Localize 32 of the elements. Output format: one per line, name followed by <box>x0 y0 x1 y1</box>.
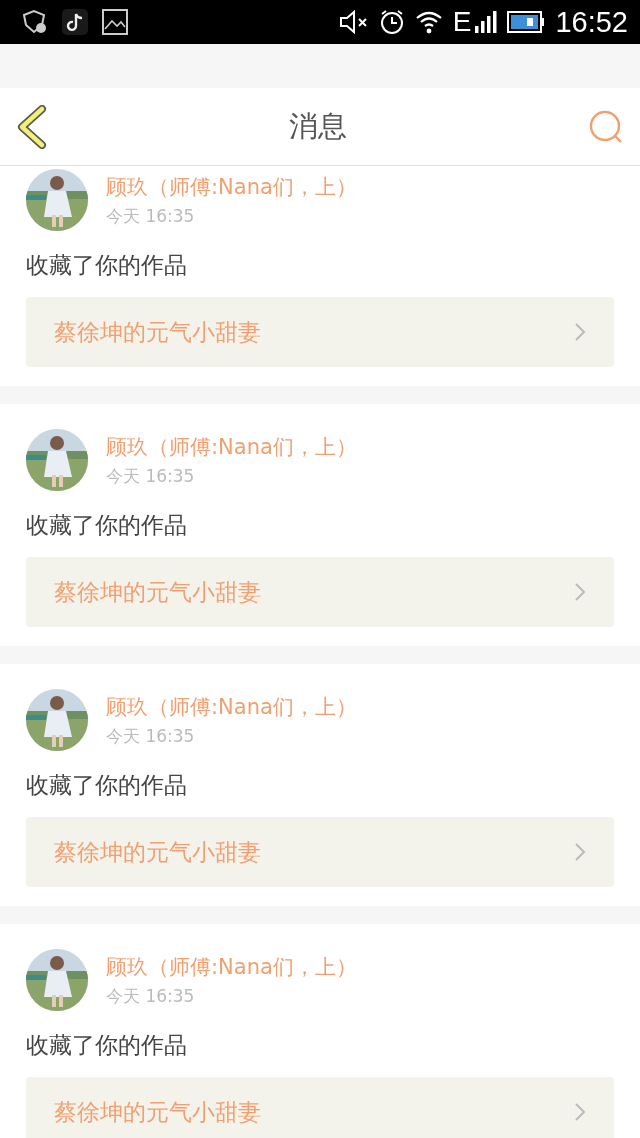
work-link[interactable]: 蔡徐坤的元气小甜妻 <box>26 557 614 627</box>
chevron-right-icon <box>574 842 586 862</box>
message-text: 收藏了你的作品 <box>26 511 188 540</box>
user-name[interactable]: 顾玖（师傅:Nana们，上） <box>106 952 357 981</box>
battery-icon <box>507 9 546 35</box>
chevron-right-icon <box>574 582 586 602</box>
work-link[interactable]: 蔡徐坤的元气小甜妻 <box>26 297 614 367</box>
user-name[interactable]: 顾玖（师傅:Nana们，上） <box>106 692 357 721</box>
user-name[interactable]: 顾玖（师傅:Nana们，上） <box>106 432 357 461</box>
message-time: 今天 16:35 <box>106 204 196 228</box>
message-text: 收藏了你的作品 <box>26 771 188 800</box>
chevron-right-icon <box>574 1102 586 1122</box>
message-time: 今天 16:35 <box>106 984 196 1008</box>
music-note-icon <box>62 9 88 35</box>
shield-icon <box>20 9 48 35</box>
message-text: 收藏了你的作品 <box>26 1031 188 1060</box>
message-time: 今天 16:35 <box>106 724 196 748</box>
wifi-icon <box>414 9 443 35</box>
user-name[interactable]: 顾玖（师傅:Nana们，上） <box>106 172 357 201</box>
work-link[interactable]: 蔡徐坤的元气小甜妻 <box>26 1077 614 1138</box>
network-type: E <box>452 6 472 38</box>
alarm-icon <box>378 9 405 35</box>
work-link[interactable]: 蔡徐坤的元气小甜妻 <box>26 817 614 887</box>
message-time: 今天 16:35 <box>106 464 196 488</box>
mute-icon <box>338 9 369 35</box>
chevron-right-icon <box>574 322 586 342</box>
message-text: 收藏了你的作品 <box>26 251 188 280</box>
image-icon <box>102 9 128 35</box>
back-icon[interactable] <box>16 104 48 149</box>
page-title: 消息 <box>289 107 347 145</box>
signal-icon <box>475 9 498 35</box>
clock-time: 16:52 <box>555 5 628 39</box>
